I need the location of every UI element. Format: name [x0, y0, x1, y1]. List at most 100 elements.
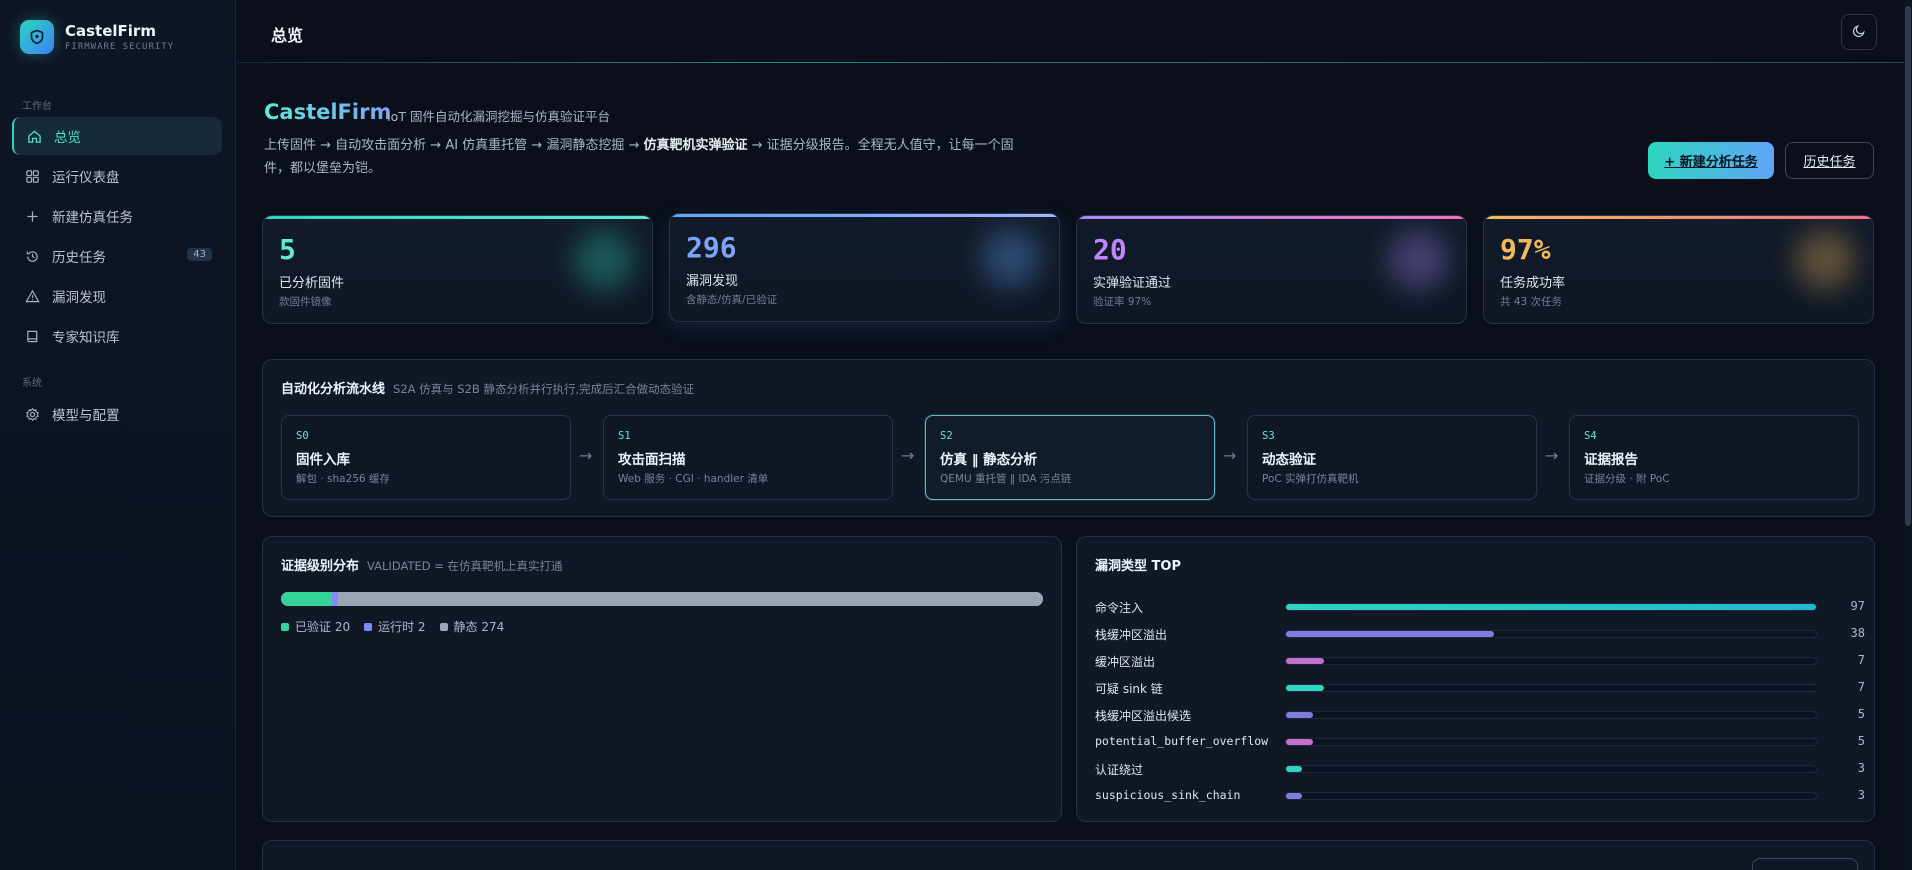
topbar — [237, 0, 1912, 63]
vuln-type-count: 5 — [1857, 707, 1865, 721]
stage-name: 证据报告 — [1584, 452, 1638, 468]
vuln-type-row[interactable]: 命令注入 97 — [1095, 598, 1865, 616]
vuln-type-count: 38 — [1850, 626, 1865, 640]
vuln-type-name: 认证绕过 — [1095, 763, 1144, 777]
history-count-badge: 43 — [187, 248, 212, 261]
section-label-system: 系统 — [22, 378, 42, 389]
book-icon — [24, 328, 40, 344]
sidebar-item-overview[interactable]: 总览 — [12, 117, 222, 155]
vuln-type-name: 栈缓冲区溢出 — [1095, 628, 1168, 642]
vuln-type-count: 7 — [1857, 680, 1865, 694]
pipeline-stage-s2[interactable]: S2 仿真 ‖ 静态分析 QEMU 重托管 ‖ IDA 污点链 — [925, 415, 1215, 500]
evidence-segment-static — [337, 592, 1043, 606]
history-icon — [24, 248, 40, 264]
vuln-type-name: 可疑 sink 链 — [1095, 682, 1163, 696]
vuln-types-panel: 漏洞类型 TOP 命令注入 97 栈缓冲区溢出 38 缓冲区溢出 7 可疑 sink 链 7 栈… — [1076, 536, 1875, 822]
vuln-type-count: 3 — [1857, 761, 1865, 775]
vuln-type-row[interactable]: 栈缓冲区溢出候选 5 — [1095, 706, 1865, 724]
sidebar-item-label: 模型与配置 — [52, 408, 120, 424]
vuln-type-bar-fill — [1286, 685, 1325, 691]
stat-card-vulns[interactable]: 296 漏洞发现 含静态/仿真/已验证 — [669, 213, 1060, 322]
next-panel — [262, 840, 1875, 870]
stat-accent-bar — [670, 214, 1059, 217]
stat-card-firmware[interactable]: 5 已分析固件 款固件镜像 — [262, 215, 653, 324]
pipeline-stage-s3[interactable]: S3 动态验证 PoC 实弹打仿真靶机 — [1247, 415, 1537, 500]
shield-logo-icon — [20, 20, 54, 54]
home-icon — [26, 128, 42, 144]
stat-glow — [981, 228, 1041, 288]
sidebar-item-history[interactable]: 历史任务 43 — [12, 237, 222, 275]
stat-value: 20 — [1093, 233, 1127, 266]
plus-icon — [24, 208, 40, 224]
vuln-type-row[interactable]: 缓冲区溢出 7 — [1095, 652, 1865, 670]
vuln-type-bar-track — [1285, 765, 1817, 773]
theme-toggle-button[interactable] — [1841, 14, 1877, 50]
stat-value: 5 — [279, 233, 296, 266]
evidence-title: 证据级别分布 VALIDATED = 在仿真靶机上真实打通 — [281, 555, 563, 574]
vuln-type-bar-fill — [1286, 604, 1816, 610]
vuln-type-bar-fill — [1286, 793, 1303, 799]
stat-sub: 款固件镜像 — [279, 296, 332, 308]
legend-label: 静态 274 — [453, 620, 505, 634]
pipeline-stage-s0[interactable]: S0 固件入库 解包 · sha256 缓存 — [281, 415, 571, 500]
sidebar-item-vulns[interactable]: 漏洞发现 — [12, 277, 222, 315]
vuln-type-name: potential_buffer_overflow — [1095, 734, 1269, 748]
vuln-type-count: 97 — [1850, 599, 1865, 613]
sidebar-item-new-task[interactable]: 新建仿真任务 — [12, 197, 222, 235]
pipeline-arrow: → — [579, 446, 593, 465]
vuln-type-row[interactable]: potential_buffer_overflow 5 — [1095, 733, 1865, 751]
vuln-type-row[interactable]: 认证绕过 3 — [1095, 760, 1865, 778]
legend-label: 运行时 2 — [378, 620, 426, 634]
legend-label: 已验证 20 — [295, 620, 351, 634]
stage-code: S1 — [618, 430, 631, 442]
sidebar-item-models[interactable]: 模型与配置 — [12, 395, 222, 433]
stage-desc: QEMU 重托管 ‖ IDA 污点链 — [940, 473, 1072, 485]
legend-dot — [439, 622, 448, 631]
pipeline-title: 自动化分析流水线 S2A 仿真与 S2B 静态分析并行执行,完成后汇合做动态验证 — [281, 378, 694, 397]
legend-item-static: 静态 274 — [439, 618, 505, 635]
stat-sub: 共 43 次任务 — [1500, 296, 1563, 308]
scrollbar-thumb[interactable] — [1905, 6, 1911, 526]
vuln-type-name: 缓冲区溢出 — [1095, 655, 1156, 669]
pipeline-stage-s1[interactable]: S1 攻击面扫描 Web 服务 · CGI · handler 清单 — [603, 415, 893, 500]
stage-code: S0 — [296, 430, 309, 442]
sidebar-item-label: 总览 — [54, 130, 81, 146]
evidence-subtitle: VALIDATED = 在仿真靶机上真实打通 — [367, 559, 563, 573]
pipeline-arrow: → — [1223, 446, 1237, 465]
new-analysis-task-button[interactable]: + 新建分析任务 — [1648, 142, 1774, 179]
legend-item-runtime: 运行时 2 — [364, 618, 426, 635]
sidebar: CastelFirm FIRMWARE SECURITY 工作台 总览 运行仪表… — [0, 0, 236, 870]
stage-name: 动态验证 — [1262, 452, 1316, 468]
vuln-type-bar-fill — [1286, 658, 1325, 664]
vuln-type-name: 命令注入 — [1095, 601, 1144, 615]
sidebar-item-knowledge[interactable]: 专家知识库 — [12, 317, 222, 355]
history-tasks-button[interactable]: 历史任务 — [1785, 142, 1874, 179]
vuln-type-bar-track — [1285, 630, 1817, 638]
evidence-panel: 证据级别分布 VALIDATED = 在仿真靶机上真实打通 已验证 20 运行时 … — [262, 536, 1062, 822]
stat-value: 296 — [686, 231, 737, 264]
sidebar-item-dashboard[interactable]: 运行仪表盘 — [12, 157, 222, 195]
pipeline-arrow: → — [901, 446, 915, 465]
vuln-type-row[interactable]: suspicious_sink_chain 3 — [1095, 787, 1865, 805]
vuln-type-bar-track — [1285, 711, 1817, 719]
vuln-type-row[interactable]: 栈缓冲区溢出 38 — [1095, 625, 1865, 643]
vuln-type-bar-track — [1285, 792, 1817, 800]
brand[interactable]: CastelFirm FIRMWARE SECURITY — [20, 20, 174, 54]
brand-name: CastelFirm — [65, 22, 156, 40]
panel-action-button[interactable] — [1752, 858, 1858, 870]
stat-label: 已分析固件 — [279, 276, 345, 291]
stat-card-validated[interactable]: 20 实弹验证通过 验证率 97% — [1076, 215, 1467, 324]
vuln-type-row[interactable]: 可疑 sink 链 7 — [1095, 679, 1865, 697]
stat-card-success-rate[interactable]: 97% 任务成功率 共 43 次任务 — [1483, 215, 1874, 324]
stat-glow — [1388, 230, 1448, 290]
stat-label: 漏洞发现 — [686, 274, 739, 289]
vuln-type-bar-fill — [1286, 739, 1314, 745]
moon-icon — [1852, 23, 1867, 42]
evidence-stacked-bar — [281, 592, 1043, 606]
vuln-type-count: 7 — [1857, 653, 1865, 667]
stat-accent-bar — [1077, 216, 1466, 219]
pipeline-subtitle: S2A 仿真与 S2B 静态分析并行执行,完成后汇合做动态验证 — [393, 382, 695, 396]
pipeline-stage-s4[interactable]: S4 证据报告 证据分级 · 附 PoC — [1569, 415, 1859, 500]
stat-accent-bar — [263, 216, 652, 219]
stage-code: S3 — [1262, 430, 1275, 442]
